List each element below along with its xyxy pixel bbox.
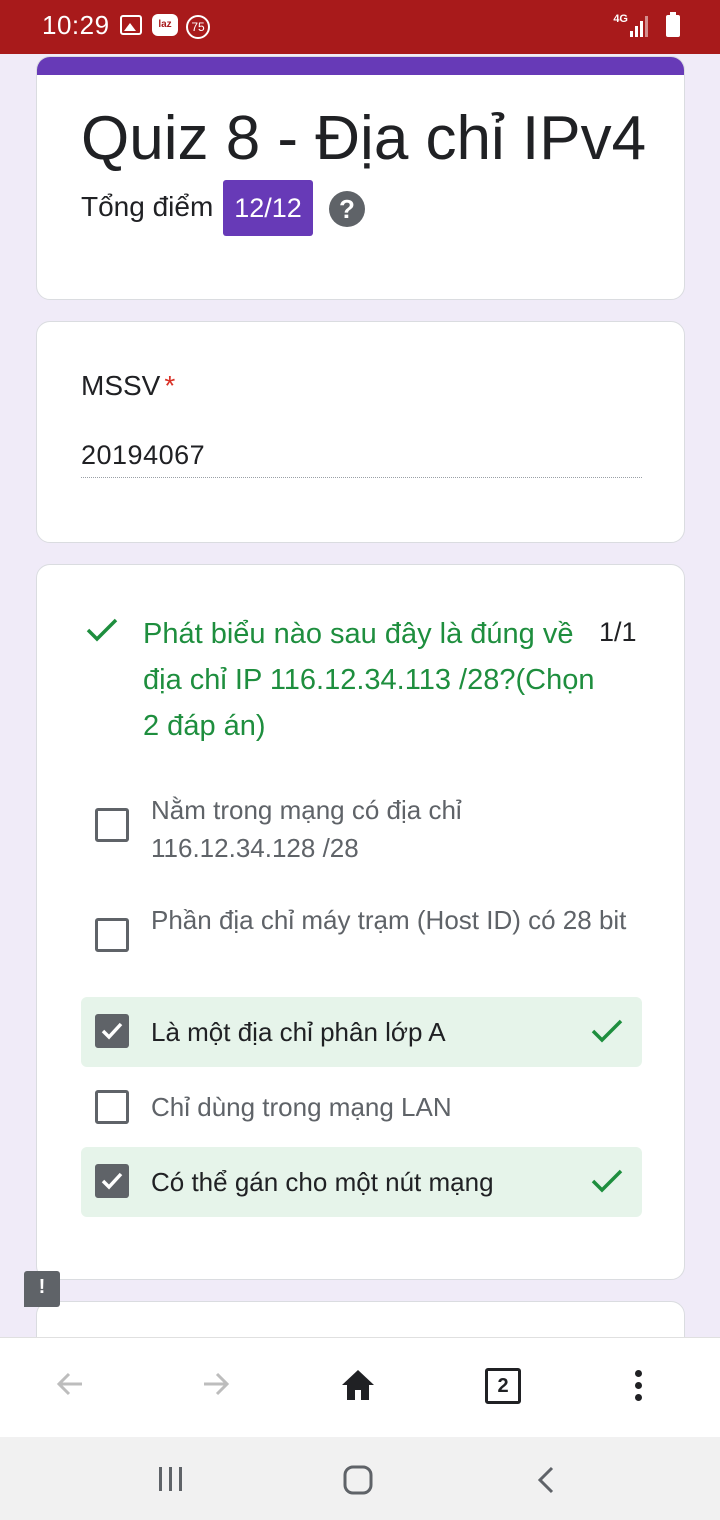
checkbox-unchecked-icon[interactable] xyxy=(95,1090,129,1124)
forward-arrow-icon[interactable] xyxy=(200,1368,232,1400)
option-3[interactable]: Là một địa chỉ phân lớp A xyxy=(81,997,642,1067)
help-icon[interactable]: ? xyxy=(329,191,365,227)
question-card: Phát biểu nào sau đây là đúng về địa chỉ… xyxy=(36,564,685,1280)
checkbox-unchecked-icon[interactable] xyxy=(95,808,129,842)
lazada-icon: laz xyxy=(152,14,178,36)
more-vert-icon[interactable] xyxy=(635,1370,642,1406)
gallery-icon xyxy=(120,15,142,35)
option-label: Là một địa chỉ phân lớp A xyxy=(151,1017,446,1047)
status-bar: 10:29 laz 75 4G xyxy=(0,0,720,54)
checkbox-unchecked-icon[interactable] xyxy=(95,918,129,952)
option-label: Chỉ dùng trong mạng LAN xyxy=(151,1092,452,1122)
correct-check-icon xyxy=(86,618,118,642)
notification-badge-icon: 75 xyxy=(186,15,210,39)
mssv-label-text: MSSV xyxy=(81,370,161,401)
mssv-underline xyxy=(81,477,642,478)
mssv-label: MSSV * xyxy=(81,370,175,402)
score-label: Tổng điểm xyxy=(81,191,214,222)
option-label: Phần địa chỉ máy trạm (Host ID) có 28 bi… xyxy=(151,905,627,935)
browser-toolbar: 2 xyxy=(0,1337,720,1437)
report-feedback-icon[interactable]: ! xyxy=(24,1271,60,1307)
quiz-title: Quiz 8 - Địa chỉ IPv4 xyxy=(81,104,647,173)
status-time: 10:29 xyxy=(42,10,110,40)
tabs-icon[interactable]: 2 xyxy=(485,1368,521,1404)
correct-answer-check-icon xyxy=(591,1019,623,1043)
back-arrow-icon[interactable] xyxy=(54,1368,86,1400)
mssv-card: MSSV * 20194067 xyxy=(36,321,685,543)
option-4[interactable]: Chỉ dùng trong mạng LAN xyxy=(81,1081,642,1133)
correct-answer-check-icon xyxy=(591,1169,623,1193)
network-type: 4G xyxy=(613,13,628,25)
quiz-header-card: Quiz 8 - Địa chỉ IPv4 Tổng điểm 12/12 ? xyxy=(36,56,685,300)
battery-icon xyxy=(666,12,680,37)
header-accent-bar xyxy=(37,57,684,75)
back-icon[interactable] xyxy=(534,1465,558,1495)
option-5[interactable]: Có thể gán cho một nút mạng xyxy=(81,1147,642,1217)
required-mark: * xyxy=(164,370,176,401)
score-badge: 12/12 xyxy=(223,180,313,236)
option-label: Nằm trong mạng có địa chỉ 116.12.34.128 … xyxy=(151,795,462,863)
question-text: Phát biểu nào sau đây là đúng về địa chỉ… xyxy=(143,618,595,742)
option-2[interactable]: Phần địa chỉ máy trạm (Host ID) có 28 bi… xyxy=(81,901,642,981)
home-button-icon[interactable] xyxy=(342,1465,374,1495)
system-navigation-bar xyxy=(0,1437,720,1520)
question-points: 1/1 xyxy=(599,617,637,647)
checkbox-checked-icon[interactable] xyxy=(95,1164,129,1198)
option-label: Có thể gán cho một nút mạng xyxy=(151,1167,494,1197)
home-icon[interactable] xyxy=(340,1368,376,1402)
mssv-answer: 20194067 xyxy=(81,440,206,470)
checkbox-checked-icon[interactable] xyxy=(95,1014,129,1048)
option-1[interactable]: Nằm trong mạng có địa chỉ 116.12.34.128 … xyxy=(81,791,642,871)
signal-icon xyxy=(628,15,650,37)
recents-icon[interactable] xyxy=(156,1465,186,1493)
